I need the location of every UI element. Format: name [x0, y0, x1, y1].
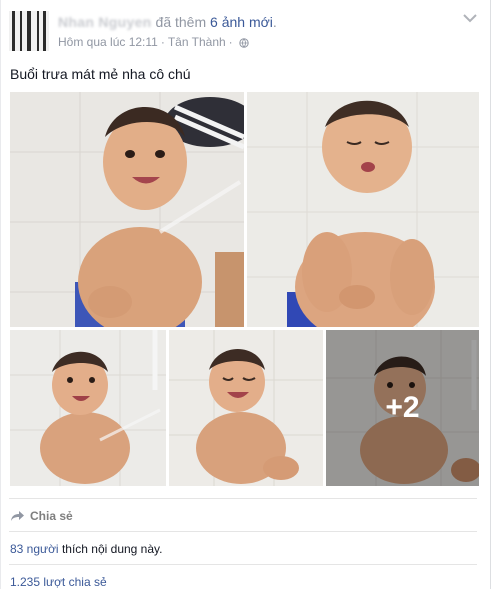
likes-suffix: thích nội dung này.	[58, 542, 163, 556]
author-avatar[interactable]	[9, 11, 49, 51]
chevron-down-icon[interactable]	[463, 12, 477, 23]
likes-count-link[interactable]: 83 người	[10, 542, 59, 556]
divider	[9, 498, 477, 499]
shares-count-link[interactable]: 1.235 lượt chia sẻ	[10, 575, 107, 589]
post-header-line: Nhan Nguyen đã thêm 6 ảnh mới.	[58, 14, 277, 30]
author-name[interactable]: Nhan Nguyen	[58, 14, 152, 30]
share-label: Chia sẻ	[30, 509, 73, 523]
share-arrow-icon	[10, 510, 25, 522]
post-photo-4[interactable]	[169, 330, 323, 486]
likes-summary: 83 người thích nội dung này.	[10, 542, 162, 556]
post-photo-5-more[interactable]: +2	[326, 330, 479, 486]
post-action-text: đã thêm	[155, 14, 207, 30]
post-photo-3[interactable]	[10, 330, 166, 486]
post-text: Buổi trưa mát mẻ nha cô chú	[10, 66, 191, 82]
action-suffix: .	[272, 14, 277, 30]
post-photo-2[interactable]	[247, 92, 479, 327]
globe-icon[interactable]	[238, 37, 249, 48]
more-photos-count: +2	[385, 391, 420, 424]
more-photos-overlay[interactable]: +2	[326, 330, 479, 486]
divider	[9, 564, 477, 565]
new-photos-link[interactable]: 6 ảnh mới	[210, 14, 273, 30]
feed-post: Nhan Nguyen đã thêm 6 ảnh mới. Hôm qua lú…	[0, 0, 491, 589]
meta-separator-2: ·	[228, 35, 233, 49]
post-location[interactable]: Tân Thành	[168, 35, 226, 49]
post-photo-1[interactable]	[10, 92, 244, 327]
post-meta: Hôm qua lúc 12:11 · Tân Thành ·	[58, 35, 249, 49]
post-timestamp[interactable]: Hôm qua lúc 12:11	[58, 35, 158, 49]
divider	[9, 531, 477, 532]
meta-separator: ·	[160, 35, 165, 49]
share-button[interactable]: Chia sẻ	[10, 509, 73, 523]
